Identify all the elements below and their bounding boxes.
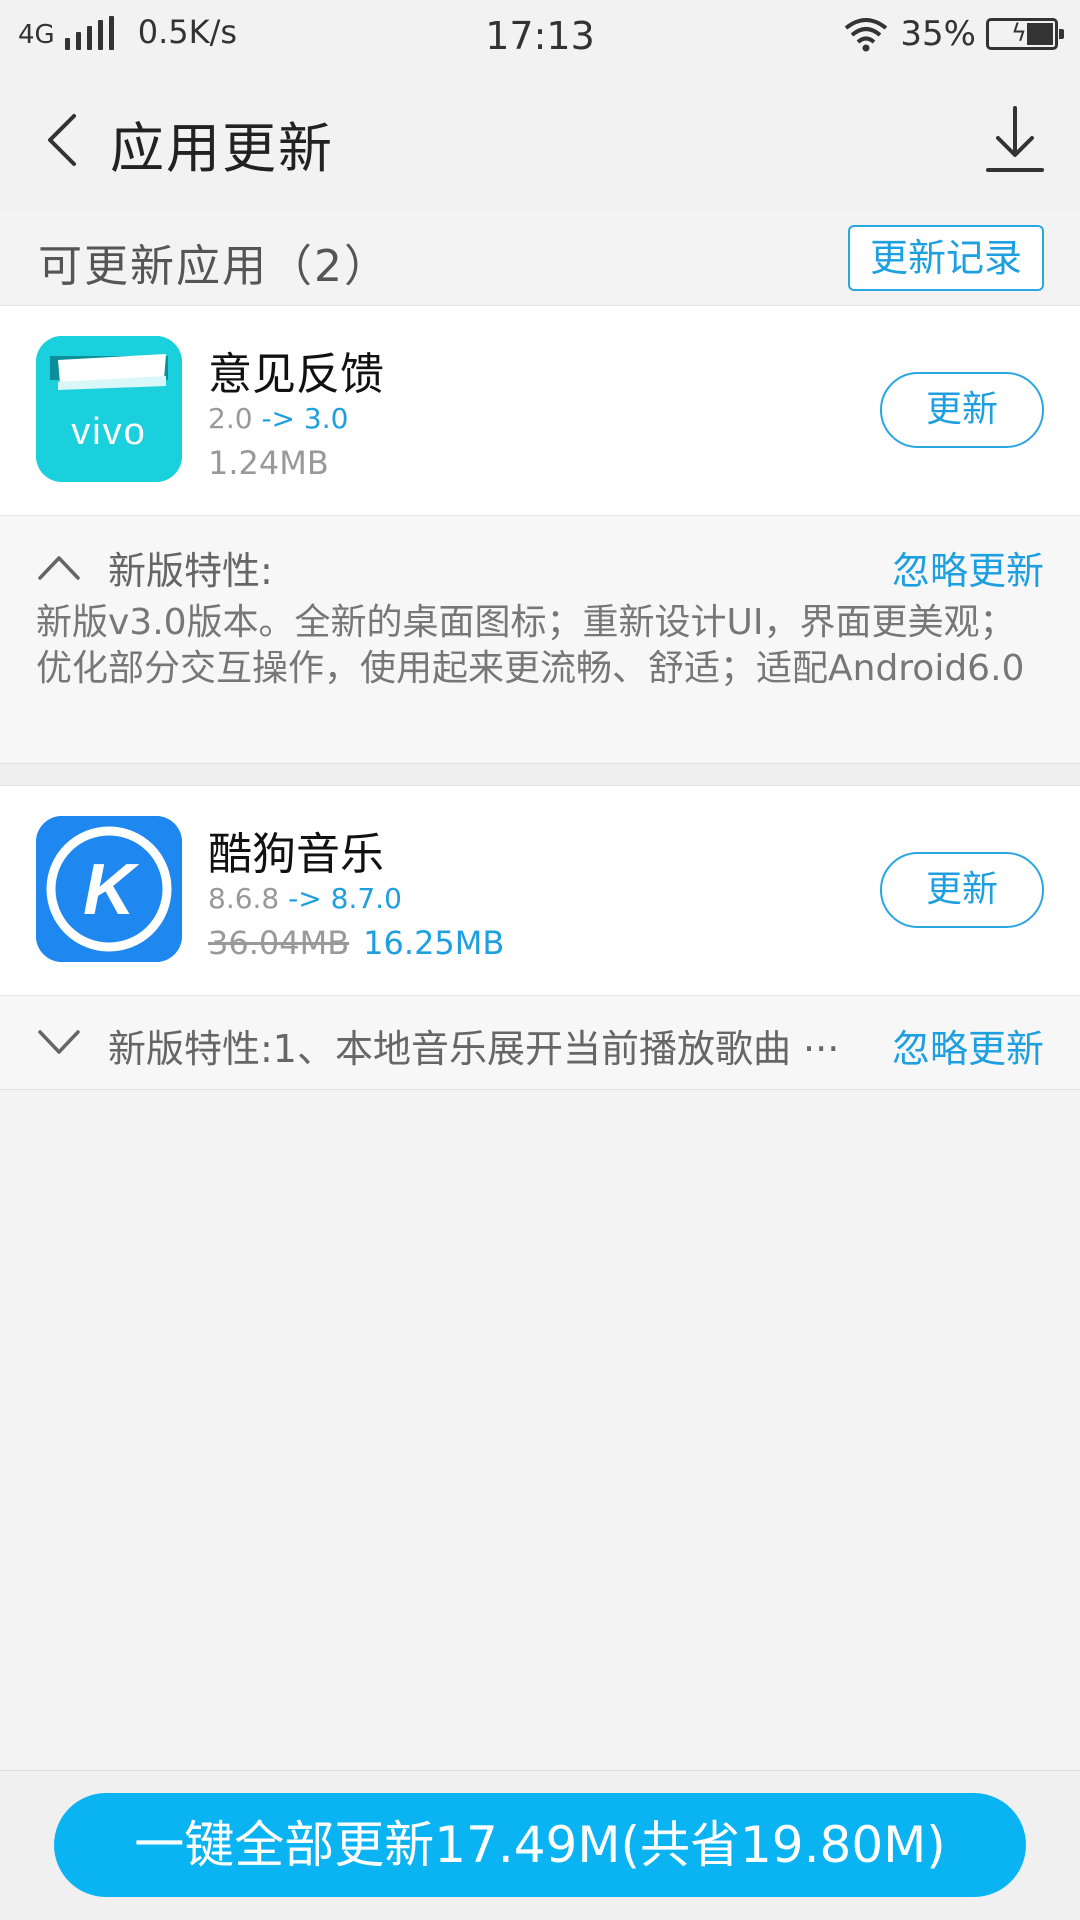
bottom-bar: 一键全部更新17.49M(共省19.80M) (0, 1770, 1080, 1920)
notes-body: 新版v3.0版本。全新的桌面图标；重新设计UI，界面更美观；优化部分交互操作，使… (36, 602, 1025, 689)
update-button[interactable]: 更新 (880, 852, 1044, 928)
update-button[interactable]: 更新 (880, 372, 1044, 448)
notes-label: 新版特性:1、本地音乐展开当前播放歌曲 ··· (108, 1027, 840, 1071)
app-name: 酷狗音乐 (208, 829, 384, 880)
ignore-update-link[interactable]: 忽略更新 (892, 540, 1044, 595)
vivo-logo-text: vivo (71, 411, 147, 453)
back-arrow-icon[interactable] (36, 110, 96, 170)
section-title: 可更新应用（2） (38, 241, 390, 292)
updatable-section-header: 可更新应用（2） 更新记录 (0, 210, 1080, 306)
status-right: 35% ϟ (842, 14, 1064, 54)
version-arrow: -> (261, 402, 296, 435)
chevron-up-icon[interactable] (36, 552, 82, 582)
kugou-logo-text: K (83, 850, 140, 930)
app-size: 1.24MB (208, 444, 329, 482)
chevron-down-icon[interactable] (36, 1028, 82, 1058)
vivo-feedback-app-icon: vivo (36, 336, 182, 482)
app-header: 应用更新 (0, 72, 1080, 210)
app-version: 8.6.8 -> 8.7.0 (208, 882, 402, 915)
update-all-button[interactable]: 一键全部更新17.49M(共省19.80M) (54, 1793, 1026, 1897)
battery-percent: 35% (900, 14, 976, 54)
release-notes-kugou: 新版特性:1、本地音乐展开当前播放歌曲 ··· 忽略更新 (0, 996, 1080, 1090)
page-title: 应用更新 (110, 117, 334, 180)
update-history-button[interactable]: 更新记录 (848, 225, 1044, 291)
app-card-feedback: vivo 意见反馈 2.0 -> 3.0 1.24MB 更新 (0, 306, 1080, 516)
divider (0, 764, 1080, 786)
ignore-update-link[interactable]: 忽略更新 (892, 1018, 1044, 1073)
app-name: 意见反馈 (208, 349, 384, 400)
kugou-music-app-icon: K (36, 816, 182, 962)
battery-icon: ϟ (986, 18, 1064, 50)
version-new: 8.7.0 (330, 882, 402, 915)
version-old: 2.0 (208, 402, 253, 435)
wifi-icon (845, 18, 888, 52)
version-old: 8.6.8 (208, 882, 280, 915)
app-version: 2.0 -> 3.0 (208, 402, 348, 435)
app-card-kugou: K 酷狗音乐 8.6.8 -> 8.7.0 36.04MB 16.25MB 更新 (0, 786, 1080, 996)
version-arrow: -> (288, 882, 322, 915)
release-notes-feedback: 新版特性: 忽略更新 新版v3.0版本。全新的桌面图标；重新设计UI，界面更美观… (0, 516, 1080, 764)
download-icon[interactable] (980, 102, 1050, 178)
notes-label: 新版特性: (108, 549, 273, 593)
version-new: 3.0 (303, 402, 349, 435)
status-bar: 4G 0.5K/s 17:13 35% ϟ (0, 0, 1080, 72)
app-size: 36.04MB 16.25MB (208, 924, 504, 962)
size-new: 16.25MB (363, 924, 505, 962)
size-old: 36.04MB (208, 924, 350, 962)
